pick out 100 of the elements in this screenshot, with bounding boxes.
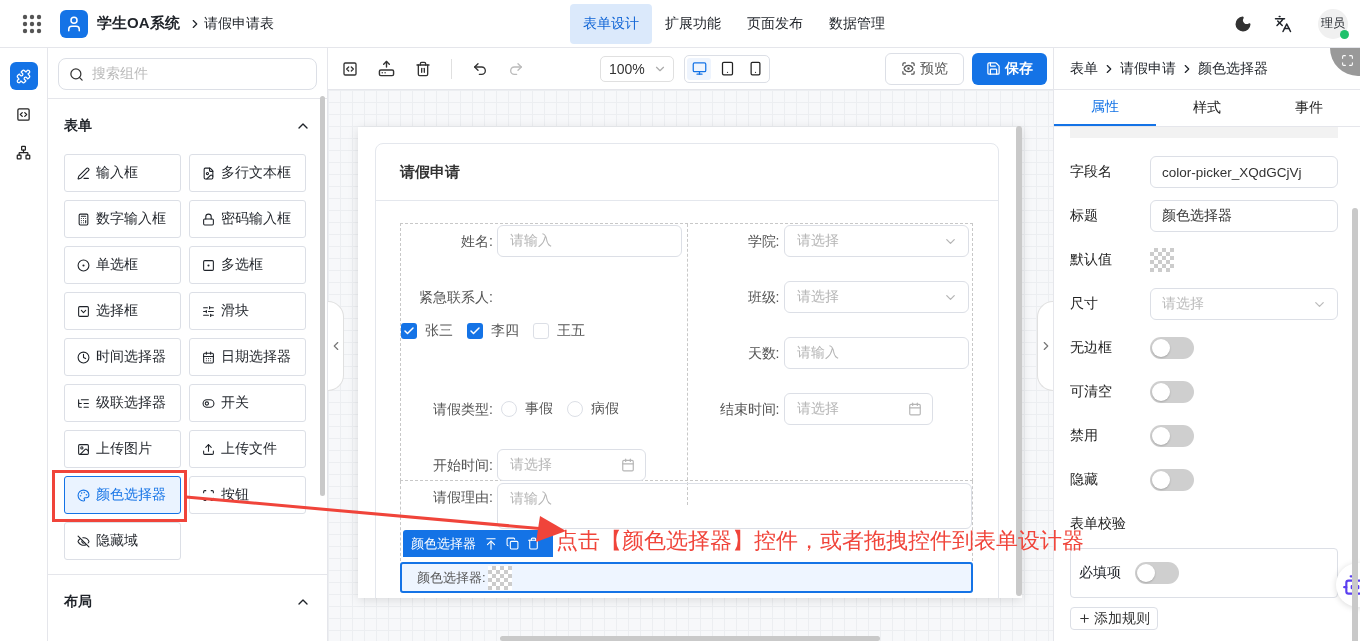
property-label: 默认值: [1070, 251, 1113, 269]
component-item[interactable]: 单选框: [64, 246, 181, 284]
tree-icon: [77, 396, 90, 410]
nav-tab[interactable]: 表单设计: [569, 3, 652, 44]
lock-icon: [202, 212, 215, 226]
property-label: 无边框: [1070, 339, 1113, 357]
nav-tab[interactable]: 页面发布: [733, 3, 816, 44]
upload-icon[interactable]: [378, 60, 395, 77]
option-label: 张三: [425, 322, 453, 340]
component-item[interactable]: 上传文件: [189, 430, 306, 468]
translate-icon[interactable]: [1274, 14, 1292, 33]
section-title: 表单: [64, 116, 92, 135]
option-label: 李四: [491, 322, 519, 340]
scrollbar[interactable]: [1352, 208, 1358, 641]
page-breadcrumb[interactable]: 请假申请表: [203, 14, 274, 33]
collapse-handle[interactable]: [1037, 301, 1053, 391]
property-label: 字段名: [1070, 163, 1113, 181]
form-title: 请假申请: [376, 144, 998, 201]
user-avatar[interactable]: 理员: [1318, 8, 1348, 39]
toggle-switch[interactable]: [1150, 469, 1194, 491]
component-item[interactable]: 多选框: [189, 246, 306, 284]
preview-button[interactable]: 预览: [885, 52, 964, 85]
checkbox[interactable]: [401, 323, 417, 339]
pencil-icon: [77, 166, 90, 180]
scrollbar[interactable]: [500, 636, 880, 641]
app-grid-icon[interactable]: [22, 13, 42, 34]
move-up-icon[interactable]: [484, 536, 498, 551]
app-title: 学生OA系统: [97, 14, 180, 33]
checkbox-icon: [202, 258, 215, 272]
collapse-handle[interactable]: [328, 301, 344, 391]
toggle-switch[interactable]: [1150, 425, 1194, 447]
panel-tab[interactable]: 事件: [1258, 90, 1360, 126]
component-item[interactable]: 开关: [189, 384, 306, 422]
calendar-icon: [621, 458, 635, 472]
search-icon: [69, 66, 84, 82]
check-icon: [403, 325, 415, 337]
add-rule-button[interactable]: 添加规则: [1070, 607, 1158, 630]
checkbox[interactable]: [533, 323, 549, 339]
delete-icon[interactable]: [415, 60, 431, 77]
breadcrumb-item[interactable]: 请假申请: [1120, 59, 1176, 78]
nav-tab[interactable]: 扩展功能: [651, 3, 734, 44]
copy-icon[interactable]: [506, 537, 519, 550]
toggle-switch[interactable]: [1150, 381, 1194, 403]
option-label: 王五: [557, 322, 585, 340]
palette-icon: [77, 488, 90, 502]
component-item[interactable]: 选择框: [64, 292, 181, 330]
property-label: 禁用: [1070, 427, 1099, 445]
breadcrumb-item[interactable]: 表单: [1070, 59, 1098, 78]
selected-color-picker-row[interactable]: 颜色选择器:: [400, 562, 973, 593]
fullscreen-icon[interactable]: [1330, 48, 1360, 76]
text-field[interactable]: color-picker_XQdGCjVj: [1150, 156, 1338, 188]
option-label: 事假: [525, 400, 553, 418]
user-logo-icon: [60, 9, 88, 38]
widget-name: 颜色选择器: [411, 534, 476, 553]
field-label: 班级:: [746, 288, 781, 307]
color-swatch[interactable]: [1150, 248, 1174, 272]
plus-icon: [1078, 612, 1091, 625]
toggle-switch[interactable]: [1135, 562, 1179, 584]
dark-mode-icon[interactable]: [1234, 14, 1252, 33]
save-button[interactable]: 保存: [972, 52, 1047, 85]
scrollbar[interactable]: [320, 96, 325, 496]
dropdown-icon: [77, 304, 90, 318]
component-item[interactable]: 隐藏域: [64, 522, 181, 560]
breadcrumb-item[interactable]: 颜色选择器: [1198, 59, 1268, 78]
component-item[interactable]: 日期选择器: [189, 338, 306, 376]
field-label: 请假类型:: [432, 400, 494, 419]
component-item[interactable]: 颜色选择器: [64, 476, 181, 514]
component-item[interactable]: 输入框: [64, 154, 181, 192]
property-label: 隐藏: [1070, 471, 1099, 489]
eye-off-icon: [77, 534, 90, 548]
component-item[interactable]: 数字输入框: [64, 200, 181, 238]
component-item[interactable]: 上传图片: [64, 430, 181, 468]
toggle-icon: [202, 396, 215, 410]
image-icon: [77, 442, 90, 456]
checkbox[interactable]: [467, 323, 483, 339]
color-swatch[interactable]: [487, 565, 512, 590]
field-label: 姓名:: [460, 232, 494, 251]
field-label: 结束时间:: [718, 400, 781, 419]
property-label: 尺寸: [1070, 295, 1099, 313]
field-label: 开始时间:: [432, 456, 494, 475]
component-item[interactable]: 密码输入框: [189, 200, 306, 238]
monitor-icon[interactable]: [687, 57, 711, 80]
save-icon: [986, 61, 1001, 76]
calculator-icon: [77, 212, 90, 226]
code-icon[interactable]: [342, 60, 358, 77]
component-item[interactable]: 多行文本框: [189, 154, 306, 192]
toggle-switch[interactable]: [1150, 337, 1194, 359]
option-label: 病假: [591, 400, 619, 418]
zoom-select[interactable]: 100%: [600, 55, 674, 82]
undo-icon[interactable]: [472, 60, 488, 77]
component-item[interactable]: 时间选择器: [64, 338, 181, 376]
component-item[interactable]: 滑块: [189, 292, 306, 330]
component-item[interactable]: 级联选择器: [64, 384, 181, 422]
eye-icon: [901, 61, 916, 76]
upload-icon: [202, 442, 215, 456]
text-field[interactable]: 颜色选择器: [1150, 200, 1338, 232]
panel-tab[interactable]: 样式: [1156, 90, 1258, 126]
nav-tab[interactable]: 数据管理: [815, 3, 898, 44]
puzzle-icon[interactable]: [9, 62, 38, 90]
calendar-icon: [202, 350, 215, 364]
